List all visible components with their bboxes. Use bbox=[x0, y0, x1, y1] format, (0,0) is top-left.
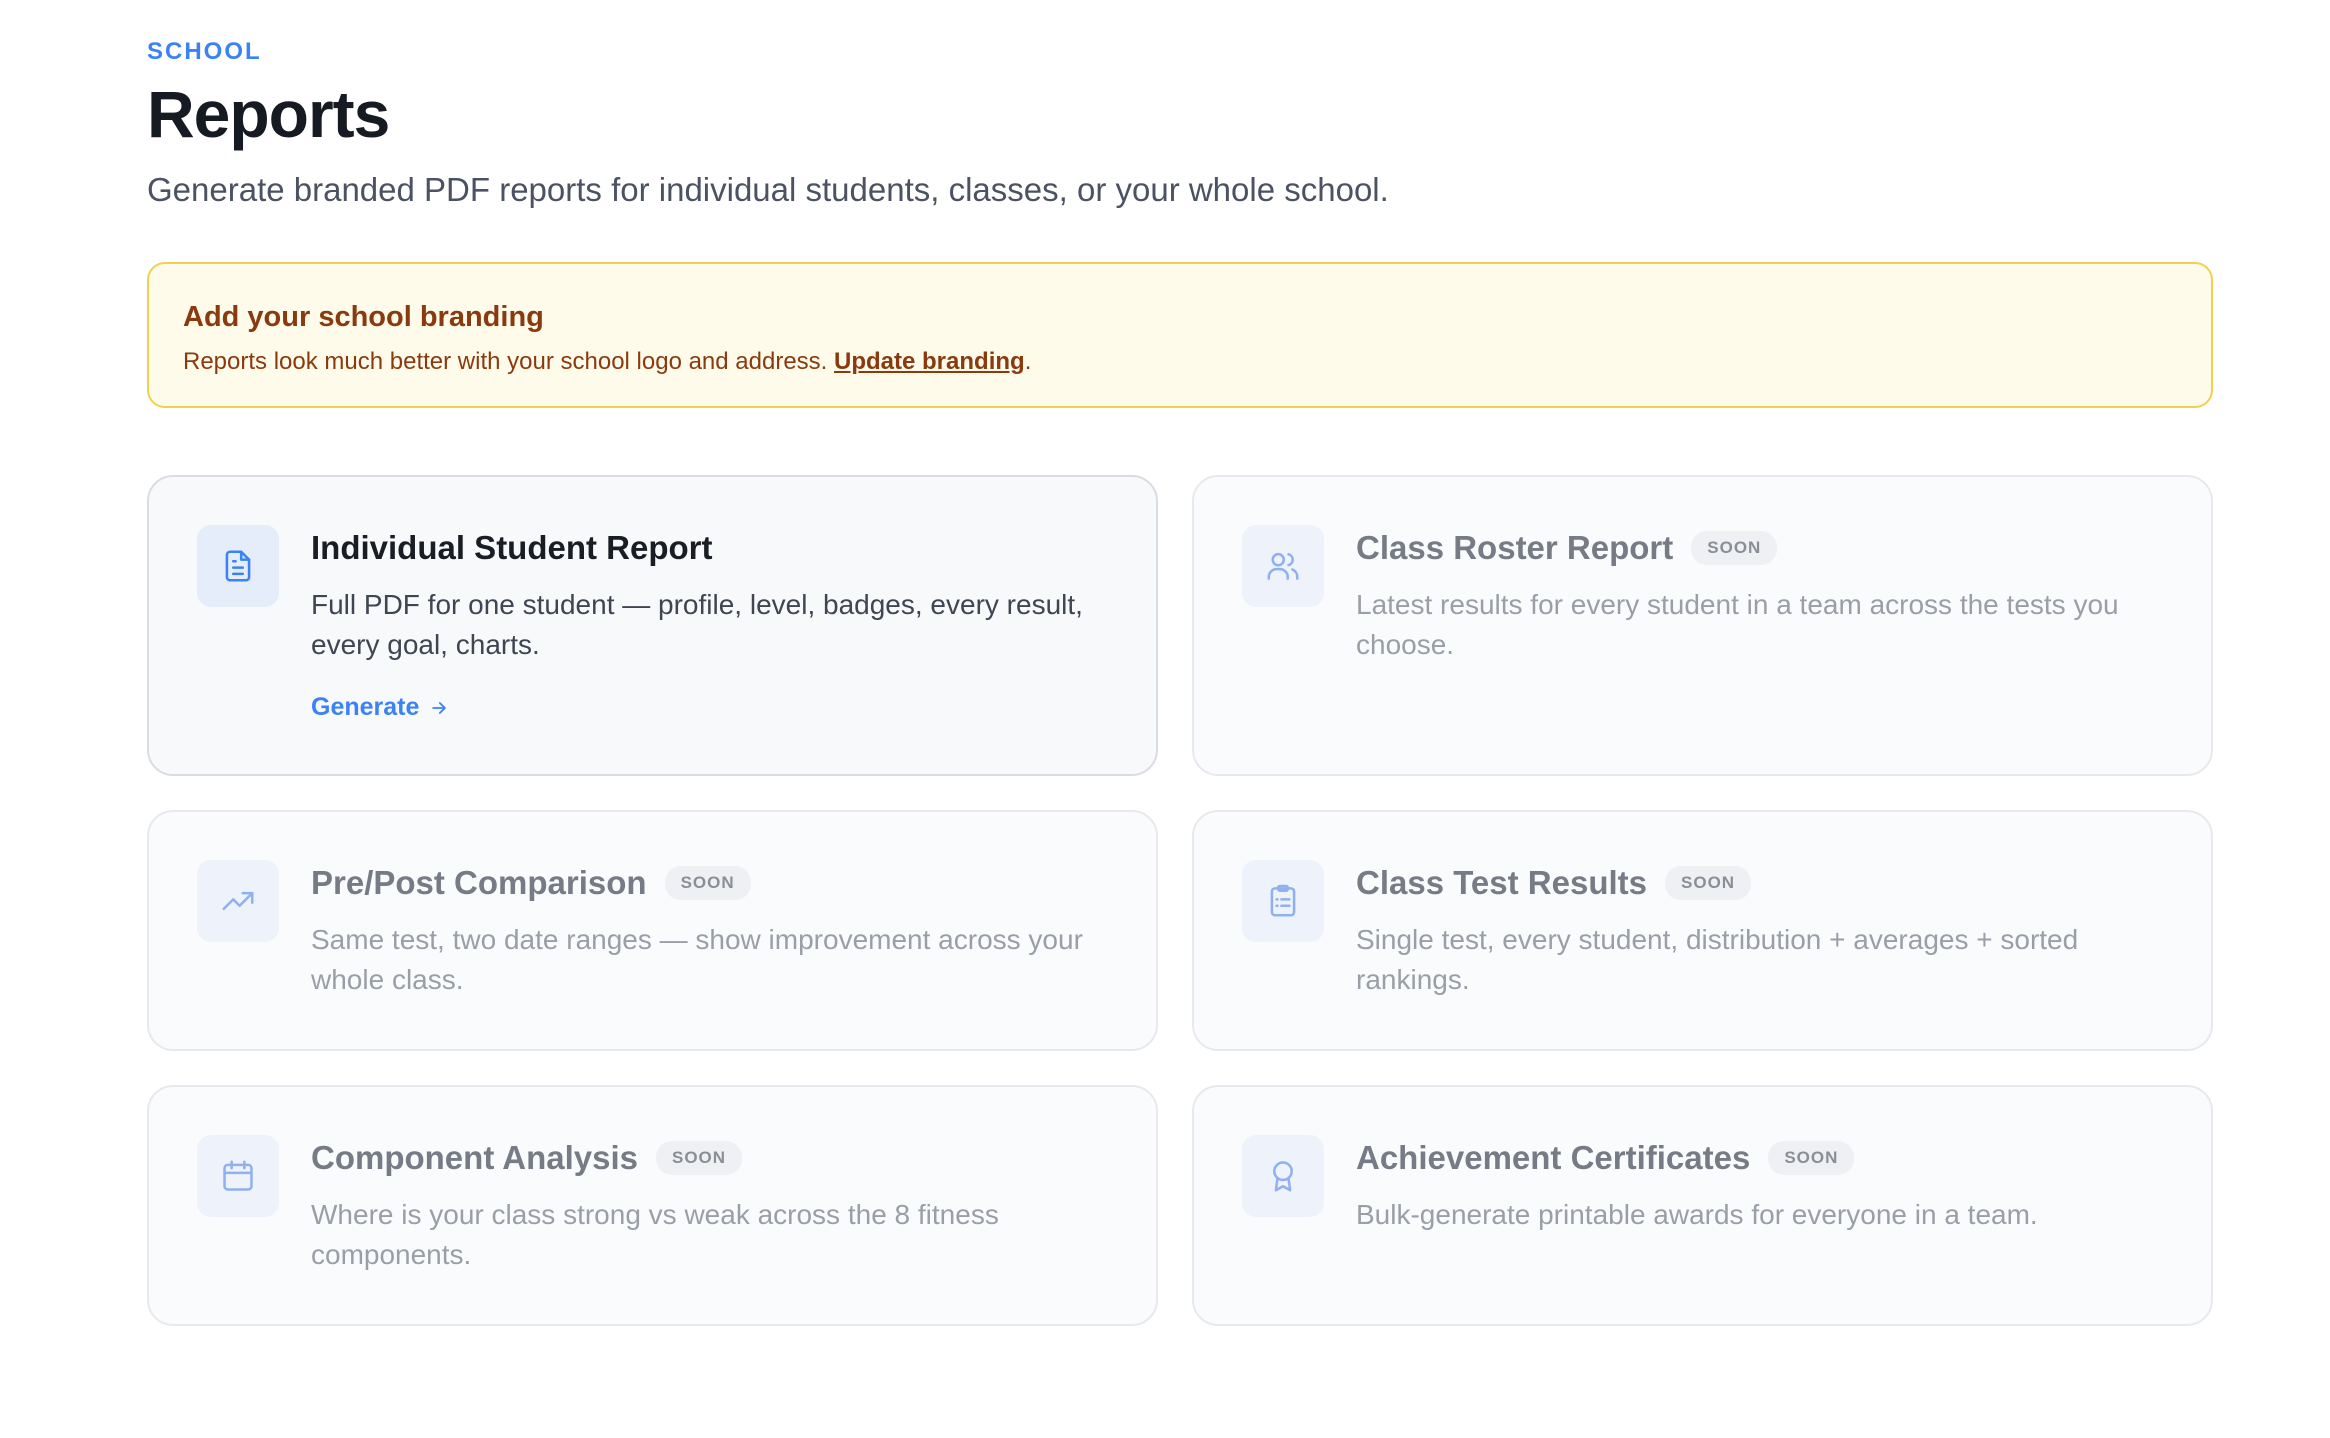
card-icon-box bbox=[197, 860, 279, 942]
card-icon-box bbox=[1242, 1135, 1324, 1217]
calendar-icon bbox=[223, 1160, 253, 1191]
card-title-row: Individual Student Report bbox=[311, 529, 713, 567]
page-subtitle: Generate branded PDF reports for individ… bbox=[147, 171, 1389, 208]
section-eyebrow: SCHOOL bbox=[147, 38, 262, 65]
card-description: Where is your class strong vs weak acros… bbox=[311, 1199, 999, 1270]
banner-title: Add your school branding bbox=[183, 301, 544, 333]
card-icon-box bbox=[197, 1135, 279, 1217]
clipboard-list-icon bbox=[1270, 884, 1296, 917]
generate-label: Generate bbox=[311, 693, 420, 721]
banner-message: Reports look much better with your schoo… bbox=[183, 348, 828, 375]
card-component-analysis: Component Analysis SOON Where is your cl… bbox=[147, 1085, 1158, 1326]
arrow-right-icon bbox=[432, 701, 447, 714]
card-description: Latest results for every student in a te… bbox=[1356, 589, 2119, 660]
soon-badge: SOON bbox=[1768, 1141, 1855, 1175]
card-individual-student-report[interactable]: Individual Student Report Full PDF for o… bbox=[147, 475, 1158, 776]
trending-up-icon bbox=[222, 891, 254, 911]
card-description: Bulk-generate printable awards for every… bbox=[1356, 1199, 2038, 1230]
soon-badge: SOON bbox=[1665, 866, 1752, 900]
card-description: Full PDF for one student — profile, leve… bbox=[311, 589, 1083, 660]
soon-badge: SOON bbox=[656, 1141, 743, 1175]
card-icon-box bbox=[1242, 525, 1324, 607]
update-branding-link[interactable]: Update branding bbox=[834, 348, 1025, 375]
card-icon-box bbox=[1242, 860, 1324, 942]
card-description: Single test, every student, distribution… bbox=[1356, 924, 2079, 995]
card-title: Class Roster Report bbox=[1356, 529, 1674, 566]
card-achievement-certificates: Achievement Certificates SOON Bulk-gener… bbox=[1192, 1085, 2213, 1326]
soon-badge: SOON bbox=[1691, 531, 1778, 565]
card-title: Class Test Results bbox=[1356, 864, 1648, 901]
card-title: Achievement Certificates bbox=[1356, 1139, 1751, 1176]
card-title-row: Component Analysis SOON bbox=[311, 1139, 743, 1177]
card-title-row: Class Test Results SOON bbox=[1356, 864, 1752, 902]
card-title: Component Analysis bbox=[311, 1139, 638, 1176]
banner-text: Reports look much better with your schoo… bbox=[183, 348, 1031, 376]
branding-banner: Add your school branding Reports look mu… bbox=[147, 262, 2213, 408]
card-title: Individual Student Report bbox=[311, 529, 713, 566]
document-icon bbox=[225, 550, 251, 582]
award-icon bbox=[1273, 1161, 1293, 1192]
card-pre-post-comparison: Pre/Post Comparison SOON Same test, two … bbox=[147, 810, 1158, 1051]
soon-badge: SOON bbox=[664, 866, 751, 900]
users-icon bbox=[1267, 552, 1299, 580]
card-icon-box bbox=[197, 525, 279, 607]
card-title-row: Pre/Post Comparison SOON bbox=[311, 864, 751, 902]
card-title-row: Class Roster Report SOON bbox=[1356, 529, 1778, 567]
card-class-test-results: Class Test Results SOON Single test, eve… bbox=[1192, 810, 2213, 1051]
card-description: Same test, two date ranges — show improv… bbox=[311, 924, 1083, 995]
page-title: Reports bbox=[147, 77, 390, 151]
banner-trailing: . bbox=[1024, 348, 1032, 375]
card-title-row: Achievement Certificates SOON bbox=[1356, 1139, 1855, 1177]
card-title: Pre/Post Comparison bbox=[311, 864, 647, 901]
card-class-roster-report: Class Roster Report SOON Latest results … bbox=[1192, 475, 2213, 776]
generate-link[interactable]: Generate bbox=[311, 693, 449, 722]
